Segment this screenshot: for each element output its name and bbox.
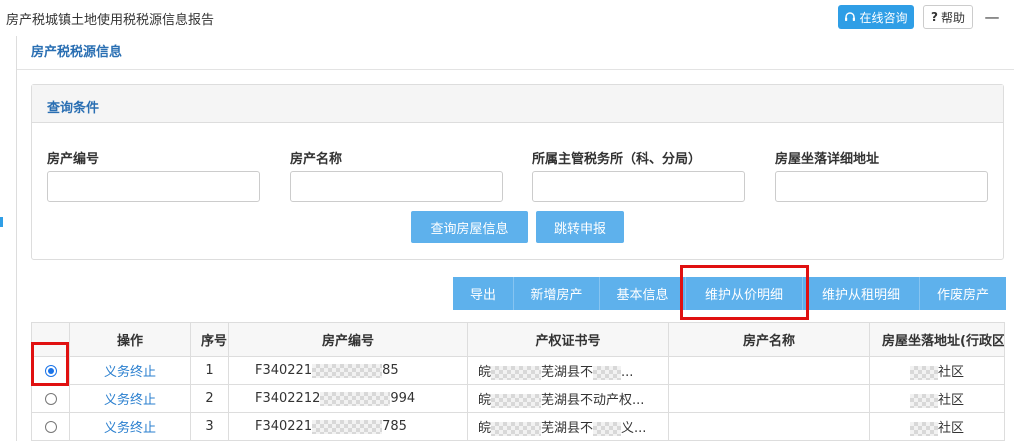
cert-suffix: 义... xyxy=(621,421,647,436)
col-address: 房屋坐落地址(行政区划 xyxy=(869,322,1005,357)
redacted-mask xyxy=(593,365,622,380)
headset-icon xyxy=(845,12,856,21)
property-table: 操作 序号 房产编号 产权证书号 房产名称 房屋坐落地址(行政区划 义务终止 1… xyxy=(31,322,1005,441)
minimize-icon[interactable]: — xyxy=(984,9,1000,25)
code-prefix: F340221 xyxy=(255,419,313,434)
row-select-cell[interactable] xyxy=(31,412,70,441)
cert-text: 芜湖县不 xyxy=(541,421,594,436)
window-title: 房产税城镇土地使用税税源信息报告 xyxy=(6,13,215,28)
help-button[interactable]: ? 帮助 xyxy=(923,5,973,29)
row-select-cell[interactable] xyxy=(31,384,70,413)
addr-suffix: 社区 xyxy=(937,365,964,380)
terminate-link[interactable]: 义务终止 xyxy=(104,365,156,380)
redacted-mask xyxy=(909,421,938,436)
addr-suffix: 社区 xyxy=(937,393,964,408)
row-index: 3 xyxy=(190,412,229,441)
code-suffix: 85 xyxy=(382,363,399,378)
address-input[interactable] xyxy=(775,171,988,202)
row-property-name xyxy=(668,356,870,385)
question-icon: ? xyxy=(931,10,938,24)
export-button[interactable]: 导出 xyxy=(453,277,514,310)
row-property-name xyxy=(668,384,870,413)
query-title: 查询条件 xyxy=(47,101,100,116)
void-property-button[interactable]: 作废房产 xyxy=(920,277,1006,310)
code-prefix: F3402212 xyxy=(255,391,321,406)
property-code-input[interactable] xyxy=(47,171,260,202)
table-header-row: 操作 序号 房产编号 产权证书号 房产名称 房屋坐落地址(行政区划 xyxy=(31,322,1005,357)
left-edge-marker xyxy=(0,217,3,227)
redacted-mask xyxy=(909,393,938,408)
row-action-cell: 义务终止 xyxy=(69,356,191,385)
table-row[interactable]: 义务终止 3 F340221 785 皖 芜湖县不 义... 社区 xyxy=(31,412,1005,441)
online-consult-button[interactable]: 在线咨询 xyxy=(838,5,914,29)
maintain-rent-detail-button[interactable]: 维护从租明细 xyxy=(803,277,920,310)
col-index: 序号 xyxy=(190,322,229,357)
row-cert-number: 皖 芜湖县不... xyxy=(467,356,669,385)
property-name-input[interactable] xyxy=(290,171,503,202)
cert-prefix: 皖 xyxy=(478,393,492,408)
redacted-mask xyxy=(491,421,542,436)
redacted-mask xyxy=(312,419,383,434)
add-property-button[interactable]: 新增房产 xyxy=(514,277,600,310)
code-suffix: 994 xyxy=(390,391,416,406)
terminate-link[interactable]: 义务终止 xyxy=(104,393,156,408)
redacted-mask xyxy=(312,363,383,378)
tax-office-label: 所属主管税务所（科、分局） xyxy=(532,152,702,167)
row-address: 社区 xyxy=(869,384,1005,413)
annotation-highlight-radio xyxy=(31,342,69,386)
row-index: 1 xyxy=(190,356,229,385)
query-header: 查询条件 xyxy=(32,85,1003,123)
col-cert-number: 产权证书号 xyxy=(467,322,669,357)
basic-info-button[interactable]: 基本信息 xyxy=(600,277,686,310)
panel-header: 房产税税源信息 xyxy=(17,36,1014,70)
row-address: 社区 xyxy=(869,356,1005,385)
property-name-label: 房产名称 xyxy=(290,152,343,167)
row-radio[interactable] xyxy=(44,420,57,433)
table-row[interactable]: 义务终止 1 F340221 85 皖 芜湖县不... 社区 xyxy=(31,356,1005,385)
row-address: 社区 xyxy=(869,412,1005,441)
row-index: 2 xyxy=(190,384,229,413)
tax-office-input[interactable] xyxy=(532,171,745,202)
col-property-name: 房产名称 xyxy=(668,322,870,357)
redacted-mask xyxy=(491,365,542,380)
redacted-mask xyxy=(491,393,542,408)
cert-prefix: 皖 xyxy=(478,421,492,436)
col-action: 操作 xyxy=(69,322,191,357)
table-row[interactable]: 义务终止 2 F3402212 994 皖 芜湖县不动产权... 社区 xyxy=(31,384,1005,413)
cert-suffix: ... xyxy=(632,393,645,408)
redacted-mask xyxy=(593,421,622,436)
row-property-code: F340221 85 xyxy=(228,356,468,385)
addr-suffix: 社区 xyxy=(937,421,964,436)
title-bar: 房产税城镇土地使用税税源信息报告 在线咨询 ? 帮助 — xyxy=(0,0,1014,36)
property-code-label: 房产编号 xyxy=(47,152,100,167)
cert-text: 芜湖县不动产权 xyxy=(541,393,633,408)
panel-title: 房产税税源信息 xyxy=(31,45,123,60)
col-property-code: 房产编号 xyxy=(228,322,468,357)
help-label: 帮助 xyxy=(940,10,965,25)
jump-declare-button[interactable]: 跳转申报 xyxy=(536,211,624,243)
search-house-button[interactable]: 查询房屋信息 xyxy=(411,211,528,243)
online-consult-label: 在线咨询 xyxy=(859,10,908,25)
code-suffix: 785 xyxy=(382,419,407,434)
row-property-code: F3402212 994 xyxy=(228,384,468,413)
redacted-mask xyxy=(909,365,938,380)
cert-suffix: ... xyxy=(621,365,634,380)
cert-prefix: 皖 xyxy=(478,365,492,380)
annotation-highlight-toolbar xyxy=(680,265,809,320)
row-property-code: F340221 785 xyxy=(228,412,468,441)
row-radio[interactable] xyxy=(44,392,57,405)
row-action-cell: 义务终止 xyxy=(69,384,191,413)
code-prefix: F340221 xyxy=(255,363,313,378)
row-action-cell: 义务终止 xyxy=(69,412,191,441)
cert-text: 芜湖县不 xyxy=(541,365,594,380)
row-cert-number: 皖 芜湖县不动产权... xyxy=(467,384,669,413)
row-cert-number: 皖 芜湖县不 义... xyxy=(467,412,669,441)
address-label: 房屋坐落详细地址 xyxy=(775,152,880,167)
redacted-mask xyxy=(320,391,391,406)
row-property-name xyxy=(668,412,870,441)
terminate-link[interactable]: 义务终止 xyxy=(104,421,156,436)
